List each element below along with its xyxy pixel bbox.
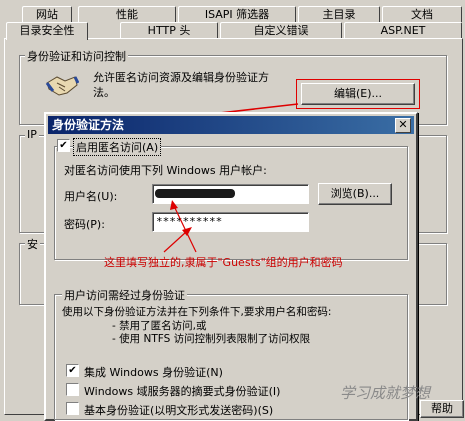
- authenticated-group-title: 用户访问需经过身份验证: [62, 287, 187, 303]
- integrated-windows-label[interactable]: 集成 Windows 身份验证(N): [84, 364, 223, 380]
- authenticated-desc-1: 使用以下身份验证方法并在下列条件下,要求用户名和密码:: [62, 306, 332, 318]
- basic-auth-checkbox[interactable]: [66, 402, 79, 415]
- integrated-windows-checkbox[interactable]: ✔: [66, 364, 79, 377]
- digest-auth-checkbox[interactable]: [66, 383, 79, 396]
- note-arrow-username: [173, 205, 197, 253]
- auth-methods-dialog: 身份验证方法 ✕ ✔ 启用匿名访问(A) 对匿名访问使用下列 Windows 用…: [44, 112, 418, 421]
- digest-auth-label[interactable]: Windows 域服务器的摘要式身份验证(I): [84, 383, 280, 399]
- annotation-note: 这里填写独立的,隶属于"Guests"组的用户和密码: [104, 256, 343, 269]
- note-arrow-password: [163, 231, 187, 253]
- basic-auth-label[interactable]: 基本身份验证(以明文形式发送密码)(S): [84, 402, 273, 418]
- note-arrowhead-username: [170, 200, 178, 210]
- authenticated-desc-3: - 使用 NTFS 访问控制列表限制了访问权限: [112, 333, 311, 345]
- tab-directory-security[interactable]: 目录安全性: [6, 22, 88, 40]
- watermark-text: 学习成就梦想: [340, 384, 431, 402]
